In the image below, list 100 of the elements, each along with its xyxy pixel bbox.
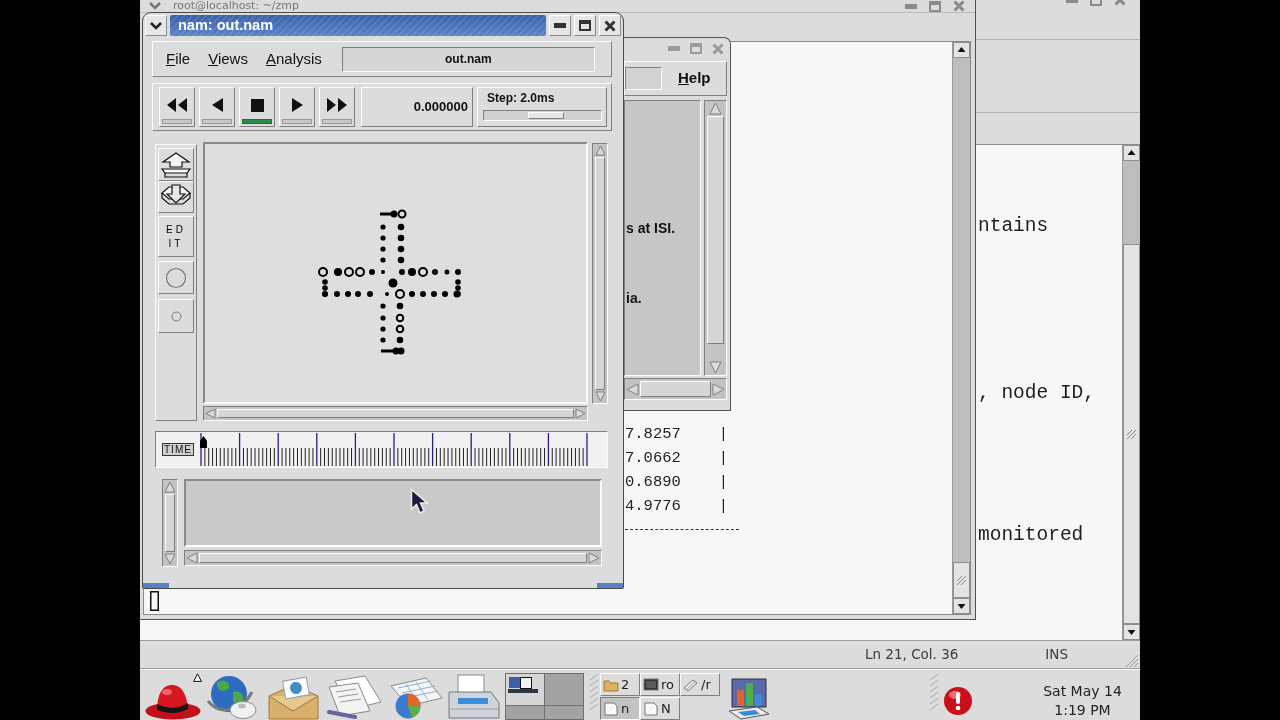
- fast-forward-icon: [326, 97, 348, 113]
- menu-item[interactable]: File: [166, 47, 191, 71]
- column-separator: |: [718, 472, 729, 493]
- task-button[interactable]: ro: [640, 673, 680, 696]
- horizontal-scrollbar[interactable]: [203, 406, 588, 421]
- left-arrow-icon[interactable]: [186, 552, 198, 564]
- step-label: Step: 2.0ms: [486, 91, 556, 105]
- scrollbar-thumb[interactable]: [1123, 244, 1140, 624]
- maximize-icon: [579, 20, 591, 31]
- column-separator: |: [718, 448, 729, 469]
- table-value: 7.8257: [625, 424, 681, 445]
- mouse-pointer-icon: [410, 488, 432, 516]
- resize-grip-icon[interactable]: [1125, 654, 1139, 668]
- maximize-button[interactable]: [574, 15, 596, 36]
- small-circle-icon: [170, 310, 182, 322]
- workspace-cell[interactable]: [506, 705, 544, 719]
- folder-icon: [603, 677, 619, 692]
- playback-button[interactable]: [159, 87, 195, 127]
- workspace-cell[interactable]: [545, 705, 583, 719]
- horizontal-scrollbar[interactable]: [624, 378, 727, 400]
- column-separator: |: [718, 424, 729, 445]
- window-title: nam: out.nam: [178, 15, 274, 35]
- globe-icon[interactable]: [205, 675, 259, 719]
- table-value: 7.0662: [625, 448, 681, 469]
- stop-icon: [250, 98, 264, 112]
- cursor-position: Ln 21, Col. 36: [865, 645, 959, 665]
- table-value: 4.9776: [625, 496, 681, 517]
- playback-button[interactable]: [199, 87, 235, 127]
- time-label: TIME: [162, 443, 194, 456]
- text-line: , node ID,: [978, 381, 1096, 405]
- close-button[interactable]: [599, 15, 621, 36]
- caret-icon[interactable]: [149, 2, 161, 10]
- minimize-icon: [554, 23, 566, 28]
- scrollbar-thumb[interactable]: [953, 562, 970, 598]
- tool-button[interactable]: [158, 148, 194, 181]
- date-label: Sat May 14: [1042, 682, 1123, 701]
- pencil-icon: [683, 677, 699, 692]
- workspace-cell[interactable]: [545, 674, 583, 705]
- alert-icon[interactable]: [943, 686, 973, 716]
- tool-button[interactable]: [158, 181, 194, 213]
- network-canvas[interactable]: [203, 142, 588, 404]
- play-backward-icon: [210, 97, 224, 113]
- hat-icon[interactable]: [145, 683, 201, 720]
- menu-item[interactable]: Analysis: [265, 47, 322, 71]
- grip-icon: [1127, 429, 1136, 439]
- workspace-cell[interactable]: [506, 674, 544, 705]
- right-arrow-icon[interactable]: [575, 408, 586, 419]
- input-field[interactable]: [625, 67, 662, 90]
- task-button[interactable]: 2: [600, 673, 640, 696]
- up-arrow-icon: [161, 151, 191, 178]
- workspace-switcher[interactable]: [505, 673, 584, 720]
- clock-time: 1:19 PM: [1053, 701, 1112, 720]
- left-arrow-icon[interactable]: [626, 382, 639, 396]
- slider-thumb[interactable]: [528, 112, 564, 119]
- insert-mode: INS: [1045, 645, 1068, 665]
- menu-item[interactable]: Views: [208, 47, 248, 71]
- task-button[interactable]: N: [640, 697, 680, 720]
- monitor-icon: [643, 677, 659, 692]
- table-value: 0.6890: [625, 472, 681, 493]
- minimize-button[interactable]: [549, 15, 571, 36]
- vertical-scrollbar[interactable]: [1122, 145, 1140, 640]
- up-triangle-icon[interactable]: [193, 673, 202, 682]
- text-line: monitored: [978, 523, 1084, 547]
- document-icon: [643, 701, 659, 716]
- left-arrow-icon[interactable]: [205, 408, 216, 419]
- play-icon: [290, 97, 304, 113]
- printer-icon[interactable]: [446, 674, 501, 720]
- menu-item[interactable]: Help: [678, 67, 711, 90]
- envelope-icon[interactable]: [268, 676, 319, 720]
- text-line: ntains: [978, 214, 1049, 238]
- step-slider[interactable]: [483, 110, 602, 121]
- maximize-icon[interactable]: [690, 43, 702, 54]
- playback-button[interactable]: [319, 87, 355, 127]
- right-arrow-icon[interactable]: [712, 382, 725, 396]
- close-icon[interactable]: [712, 42, 724, 55]
- time-display: 0.000000: [361, 87, 473, 127]
- documents-icon[interactable]: [325, 675, 385, 719]
- text-cursor-icon: [150, 591, 159, 611]
- timeline-slider[interactable]: [199, 433, 588, 466]
- window-menu-button[interactable]: [145, 15, 167, 36]
- bar-chart-icon[interactable]: [728, 678, 770, 720]
- playback-button[interactable]: [279, 87, 315, 127]
- document-icon: [603, 701, 619, 716]
- vertical-scrollbar[interactable]: [952, 42, 970, 614]
- right-arrow-icon[interactable]: [588, 552, 600, 564]
- timeline-thumb[interactable]: [199, 436, 207, 448]
- window-title: root@localhost: ~/zmp: [173, 0, 300, 12]
- rewind-icon: [166, 97, 188, 113]
- horizontal-scrollbar[interactable]: [184, 550, 602, 566]
- text-line: s at ISI.: [626, 220, 676, 236]
- maximize-icon[interactable]: [929, 0, 941, 12]
- task-button[interactable]: /r: [680, 673, 720, 696]
- minimize-icon[interactable]: [905, 3, 917, 9]
- column-separator: |: [718, 496, 729, 517]
- playback-button[interactable]: [239, 87, 275, 127]
- grip-icon: [957, 575, 966, 585]
- close-icon[interactable]: [953, 0, 965, 12]
- edit-button[interactable]: EDIT: [158, 216, 194, 257]
- file-name-display: out.nam: [341, 46, 595, 72]
- task-button[interactable]: n: [600, 697, 640, 720]
